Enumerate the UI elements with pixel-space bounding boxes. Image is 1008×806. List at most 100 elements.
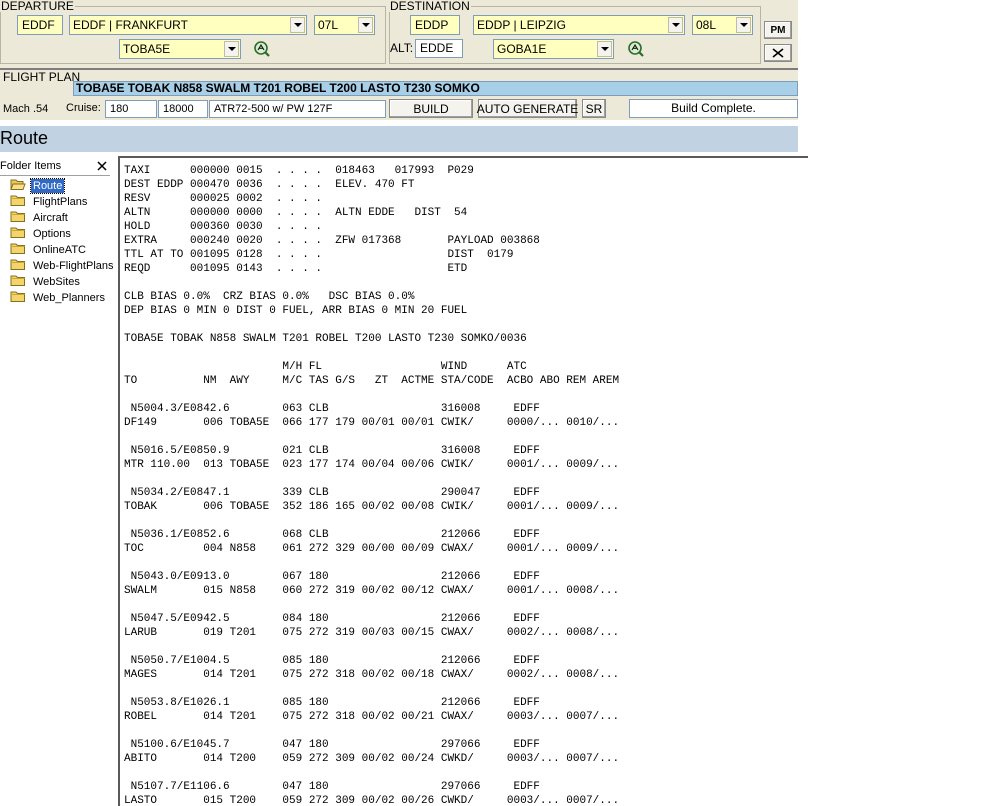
departure-icao-input[interactable]: EDDF: [17, 15, 63, 35]
departure-airport-value: EDDF | FRANKFURT: [73, 18, 188, 32]
mach-label: Mach .54: [3, 103, 49, 115]
destination-runway-select[interactable]: 08L: [692, 15, 753, 35]
report-line: N5107.7/E1106.6 047 180 297066 EDFF: [124, 781, 540, 793]
report-line: N5016.5/E0850.9 021 CLB 316008 EDFF: [124, 445, 540, 457]
report-line: MTR 110.00 013 TOBA5E 023 177 174 00/04 …: [124, 459, 620, 471]
report-line: CLB BIAS 0.0% CRZ BIAS 0.0% DSC BIAS 0.0…: [124, 291, 415, 303]
build-button[interactable]: BUILD: [389, 99, 473, 118]
folder-item-onlineatc[interactable]: OnlineATC: [10, 242, 88, 258]
folder-item-route[interactable]: Route: [10, 178, 66, 194]
report-line: [124, 346, 619, 360]
report-line: TOBAK 006 TOBA5E 352 186 165 00/02 00/08…: [124, 501, 620, 513]
folder-open-icon: [10, 178, 26, 194]
report-line: [124, 276, 619, 290]
flight-plan-label: FLIGHT PLAN: [3, 70, 81, 84]
report-line: N5043.0/E0913.0 067 180 212066 EDFF: [124, 571, 540, 583]
folder-icon: [10, 242, 26, 258]
report-line: N5100.6/E1045.7 047 180 297066 EDFF: [124, 739, 540, 751]
folder-icon: [10, 274, 26, 290]
report-line: [124, 598, 619, 612]
folder-panel-title: Folder Items: [0, 160, 62, 172]
folder-item-label: OnlineATC: [33, 244, 86, 256]
sid-select[interactable]: TOBA5E: [119, 39, 241, 59]
report-line: LARUB 019 T201 075 272 319 00/03 00/15 C…: [124, 627, 620, 639]
close-icon: [97, 161, 107, 171]
report-line: TO NM AWY M/C TAS G/S ZT ACTME STA/CODE …: [124, 375, 620, 387]
report-line: [124, 318, 619, 332]
report-line: ABITO 014 T200 059 272 309 00/02 00/24 C…: [124, 753, 620, 765]
cruise-fl-input[interactable]: 180: [105, 100, 157, 118]
auto-generate-button[interactable]: AUTO GENERATE: [477, 99, 578, 118]
departure-runway-select[interactable]: 07L: [314, 15, 375, 35]
report-line: [124, 682, 619, 696]
star-select[interactable]: GOBA1E: [493, 39, 614, 59]
folder-icon: [10, 226, 26, 242]
report-line: [124, 766, 619, 780]
alternate-input[interactable]: EDDE: [415, 39, 463, 58]
alt-label: ALT:: [390, 41, 414, 55]
departure-airport-select[interactable]: EDDF | FRANKFURT: [69, 15, 307, 35]
report-line: RESV 000025 0002 . . . .: [124, 193, 323, 205]
report-line: [124, 388, 619, 402]
report-line: TOBA5E TOBAK N858 SWALM T201 ROBEL T200 …: [124, 333, 527, 345]
close-button[interactable]: [764, 44, 792, 62]
pm-button[interactable]: PM: [764, 21, 792, 39]
report-line: N5036.1/E0852.6 068 CLB 212066 EDFF: [124, 529, 540, 541]
report-text: TAXI 000000 0015 . . . . 018463 017993 P…: [124, 164, 619, 806]
report-line: TAXI 000000 0015 . . . . 018463 017993 P…: [124, 165, 474, 177]
folder-item-options[interactable]: Options: [10, 226, 73, 242]
destination-airport-value: EDDP | LEIPZIG: [477, 18, 566, 32]
folder-item-web-flightplans[interactable]: Web-FlightPlans: [10, 258, 116, 274]
departure-search-button[interactable]: [253, 40, 271, 58]
report-line: SWALM 015 N858 060 272 319 00/02 00/12 C…: [124, 585, 620, 597]
departure-legend: DEPARTURE: [1, 0, 74, 13]
folder-icon: [10, 210, 26, 226]
sid-value: TOBA5E: [123, 42, 171, 56]
chevron-down-icon[interactable]: [224, 41, 239, 57]
chevron-down-icon[interactable]: [597, 41, 612, 57]
star-value: GOBA1E: [497, 42, 547, 56]
folder-item-label: Web_Planners: [33, 292, 105, 304]
report-line: [124, 430, 619, 444]
close-icon: [772, 48, 784, 58]
chevron-down-icon[interactable]: [668, 17, 683, 33]
chevron-down-icon[interactable]: [358, 17, 373, 33]
magnifier-icon: [628, 41, 644, 57]
report-line: REQD 001095 0143 . . . . ETD: [124, 263, 468, 275]
folder-item-websites[interactable]: WebSites: [10, 274, 82, 290]
departure-runway-value: 07L: [318, 18, 339, 32]
folder-icon: [10, 194, 26, 210]
folder-panel-close-button[interactable]: [96, 160, 108, 172]
sr-button[interactable]: SR: [582, 99, 606, 118]
folder-item-flightplans[interactable]: FlightPlans: [10, 194, 89, 210]
report-line: N5004.3/E0842.6 063 CLB 316008 EDFF: [124, 403, 540, 415]
cruise-alt-input[interactable]: 18000: [158, 100, 208, 118]
folder-item-web-planners[interactable]: Web_Planners: [10, 290, 107, 306]
report-line: TTL AT TO 001095 0128 . . . . DIST 0179: [124, 249, 514, 261]
chevron-down-icon[interactable]: [290, 17, 305, 33]
report-line: DEP BIAS 0 MIN 0 DIST 0 FUEL, ARR BIAS 0…: [124, 305, 468, 317]
report-line: ROBEL 014 T201 075 272 318 00/02 00/21 C…: [124, 711, 620, 723]
report-line: [124, 724, 619, 738]
report-line: [124, 514, 619, 528]
folder-icon: [10, 258, 26, 274]
cruise-label: Cruise:: [66, 102, 101, 114]
report-line: N5050.7/E1004.5 085 180 212066 EDFF: [124, 655, 540, 667]
report-line: DEST EDDP 000470 0036 . . . . ELEV. 470 …: [124, 179, 415, 191]
report-line: N5034.2/E0847.1 339 CLB 290047 EDFF: [124, 487, 540, 499]
route-header: [0, 126, 798, 152]
destination-airport-select[interactable]: EDDP | LEIPZIG: [473, 15, 685, 35]
destination-icao-input[interactable]: EDDP: [410, 15, 460, 35]
folder-item-label: Aircraft: [33, 212, 68, 224]
route-report[interactable]: TAXI 000000 0015 . . . . 018463 017993 P…: [118, 156, 808, 806]
report-line: MAGES 014 T201 075 272 318 00/02 00/18 C…: [124, 669, 620, 681]
flight-plan-route-input[interactable]: TOBA5E TOBAK N858 SWALM T201 ROBEL T200 …: [73, 81, 798, 96]
destination-search-button[interactable]: [627, 40, 645, 58]
folder-item-aircraft[interactable]: Aircraft: [10, 210, 70, 226]
chevron-down-icon[interactable]: [736, 17, 751, 33]
report-line: N5047.5/E0942.5 084 180 212066 EDFF: [124, 613, 540, 625]
aircraft-input[interactable]: ATR72-500 w/ PW 127F: [209, 100, 386, 118]
folder-item-label: WebSites: [33, 276, 80, 288]
folder-item-label: Route: [29, 178, 66, 194]
report-line: [124, 640, 619, 654]
